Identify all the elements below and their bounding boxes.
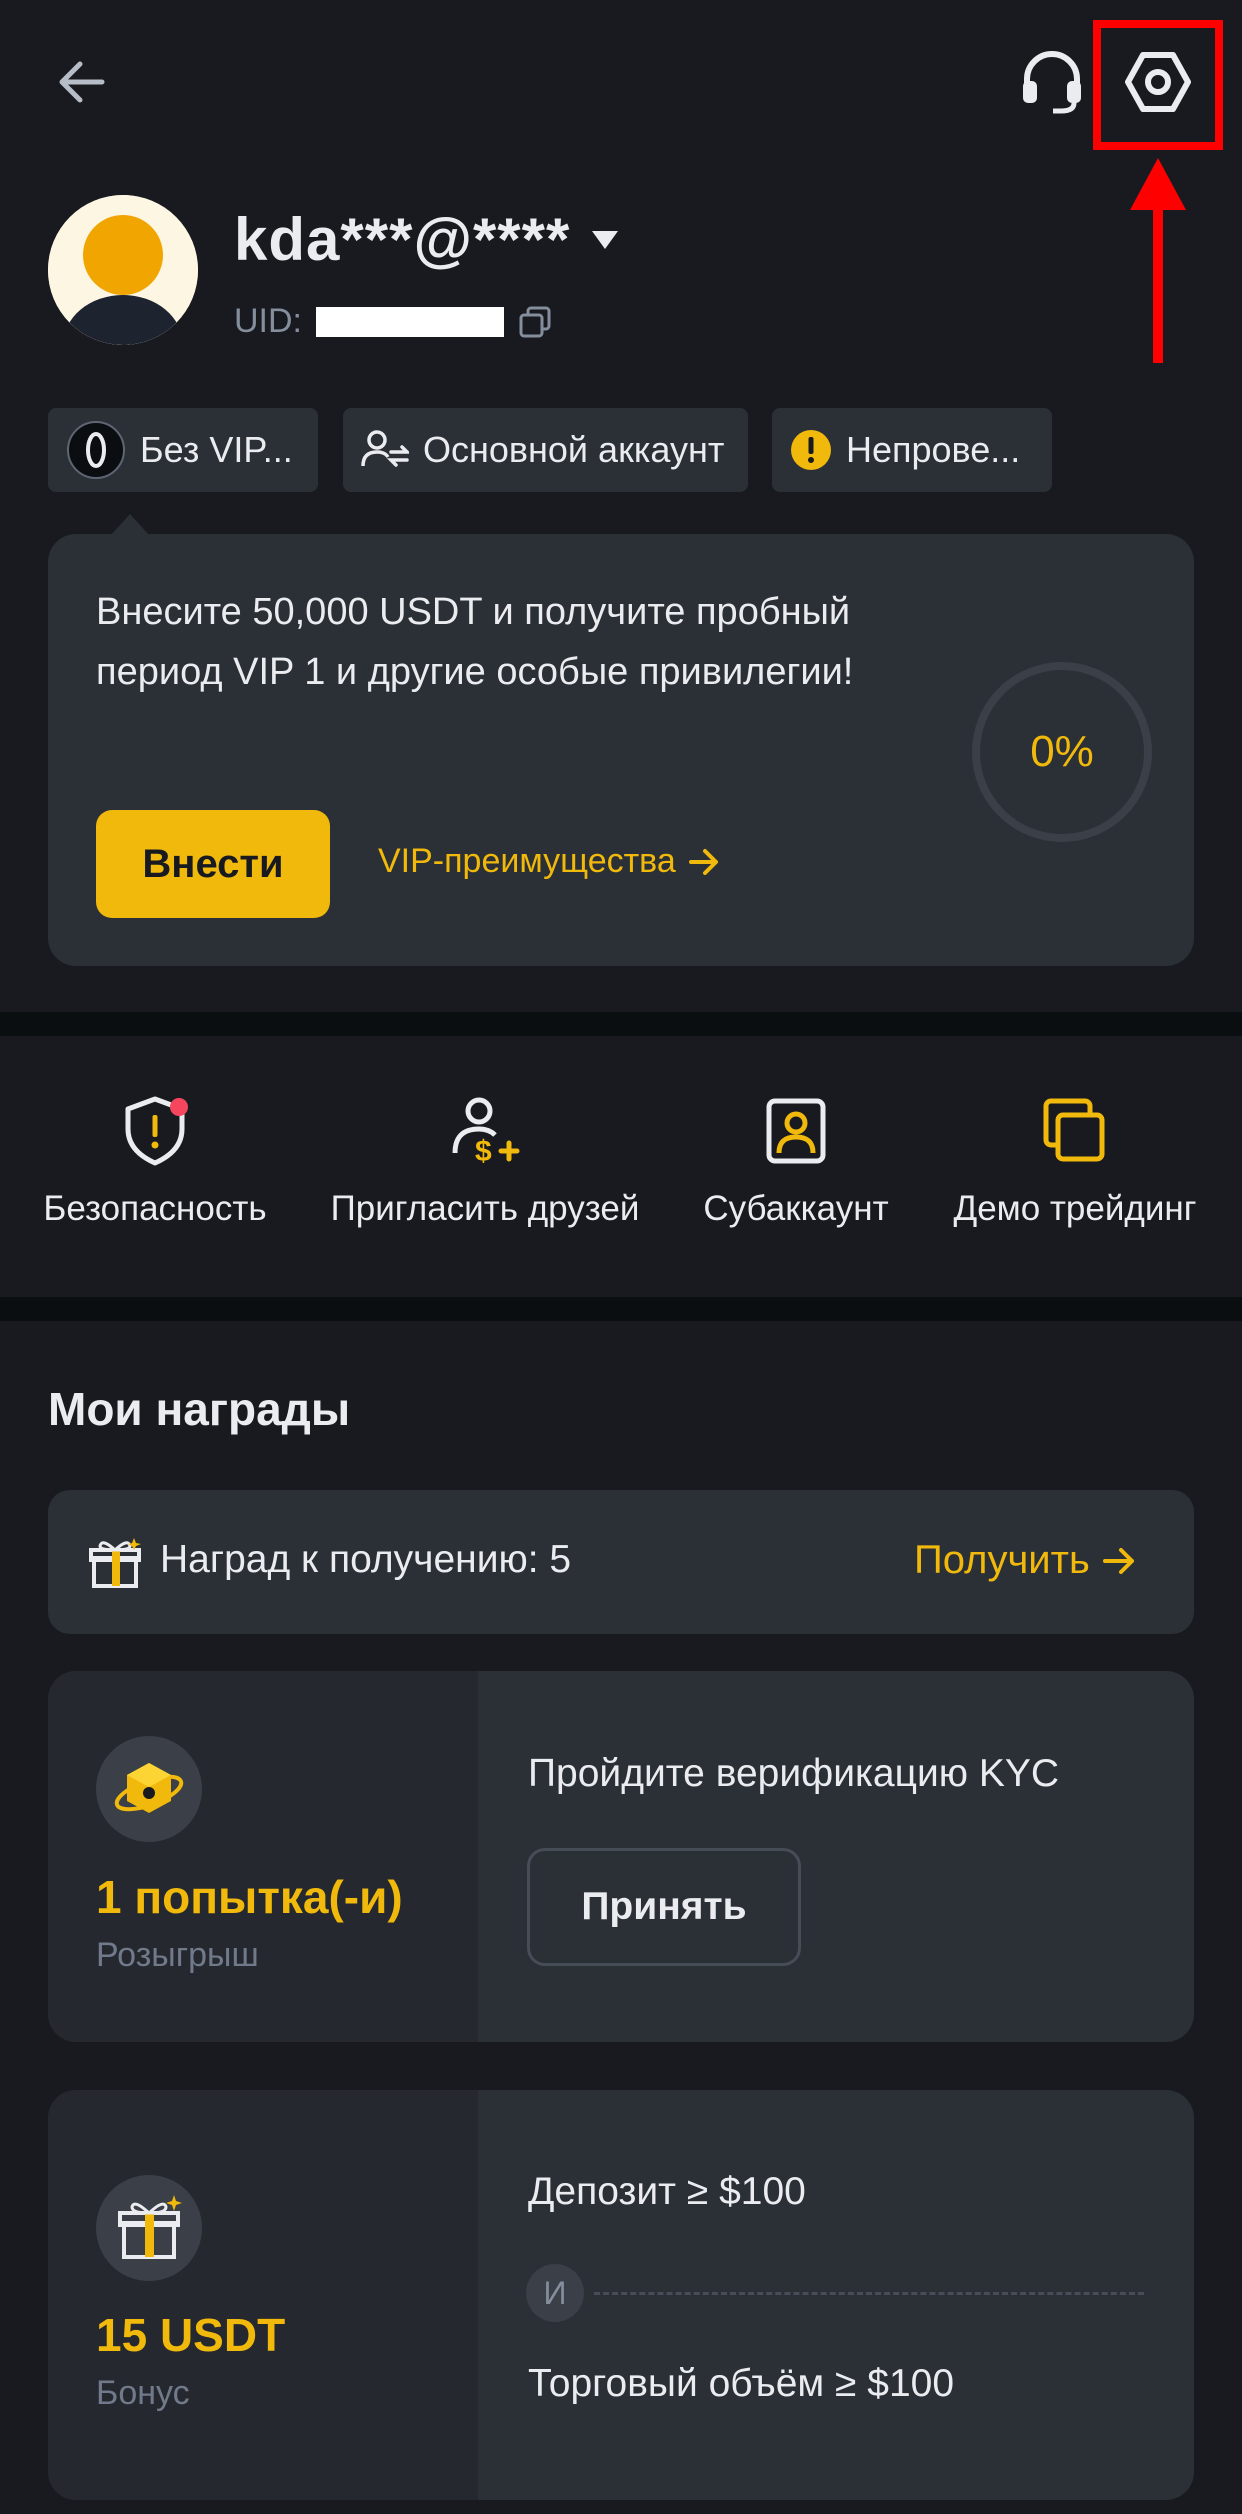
reward-lottery-task: Пройдите верификацию KYC <box>528 1752 1060 1795</box>
avatar[interactable] <box>48 195 198 345</box>
warning-circle-icon <box>791 430 831 470</box>
vip-badge-icon <box>67 421 125 479</box>
svg-text:$: $ <box>475 1135 492 1167</box>
lottery-ticket-icon <box>114 1763 184 1813</box>
chip-vip[interactable]: Без VIP... <box>48 408 318 492</box>
condition-connector: И <box>526 2264 584 2322</box>
quick-action-invite[interactable]: $ Пригласить друзей <box>320 1095 650 1229</box>
quick-action-subaccount[interactable]: Субаккаунт <box>680 1095 912 1229</box>
caret-down-icon <box>592 230 619 249</box>
back-arrow-icon <box>59 61 105 103</box>
highlight-arrow <box>1130 158 1186 363</box>
uid-value-masked <box>316 306 504 337</box>
arrow-right-icon <box>1102 1547 1134 1574</box>
lottery-icon-wrap <box>96 1736 202 1842</box>
invite-user-icon: $ <box>452 1097 520 1167</box>
headset-icon <box>1023 51 1081 114</box>
bonus-icon-wrap <box>96 2175 202 2281</box>
reward-condition-volume: Торговый объём ≥ $100 <box>528 2362 955 2405</box>
deposit-button[interactable]: Внести <box>96 810 330 918</box>
uid-row: UID: <box>234 302 552 341</box>
rewards-claim-action: Получить <box>914 1538 1090 1582</box>
chip-main-account-label: Основной аккаунт <box>423 429 725 470</box>
quick-action-subaccount-label: Субаккаунт <box>703 1189 889 1228</box>
shield-alert-icon <box>125 1096 188 1166</box>
section-divider <box>0 1012 1242 1036</box>
vip-benefits-label: VIP-преимущества <box>378 842 676 880</box>
username: kda***@**** <box>234 206 571 273</box>
quick-action-demo[interactable]: Демо трейдинг <box>935 1095 1215 1229</box>
demo-trading-icon <box>1043 1098 1105 1162</box>
quick-action-invite-label: Пригласить друзей <box>330 1189 640 1228</box>
reward-bonus-amount: 15 USDT <box>96 2309 286 2361</box>
chip-pointer <box>110 514 150 536</box>
quick-action-security-label: Безопасность <box>43 1189 267 1228</box>
support-button[interactable] <box>1010 40 1094 124</box>
quick-action-security[interactable]: Безопасность <box>20 1095 290 1229</box>
copy-icon[interactable] <box>518 305 552 339</box>
back-button[interactable] <box>40 40 124 124</box>
chip-verification[interactable]: Непрове... <box>772 408 1052 492</box>
uid-label: UID: <box>234 302 302 340</box>
rewards-title: Мои награды <box>48 1383 351 1435</box>
condition-dashed-line <box>594 2292 1144 2295</box>
subaccount-icon <box>766 1098 826 1164</box>
reward-bonus-subtitle: Бонус <box>96 2374 190 2412</box>
accept-button[interactable]: Принять <box>527 1848 801 1966</box>
gift-box-icon <box>118 2195 182 2259</box>
gift-icon <box>89 1538 141 1588</box>
section-divider-2 <box>0 1297 1242 1321</box>
highlight-box <box>1093 20 1223 150</box>
rewards-claim-label: Наград к получению: 5 <box>160 1538 572 1581</box>
arrow-right-icon <box>688 848 718 875</box>
rewards-claim-link[interactable]: Получить <box>914 1538 1136 1583</box>
quick-action-demo-label: Демо трейдинг <box>953 1189 1197 1228</box>
reward-lottery-amount: 1 попытка(-и) <box>96 1871 403 1923</box>
chip-main-account[interactable]: Основной аккаунт <box>343 408 748 492</box>
reward-card-left <box>48 2090 478 2500</box>
reward-condition-deposit: Депозит ≥ $100 <box>528 2170 806 2213</box>
account-switch-icon <box>361 430 409 467</box>
vip-progress-label: 0% <box>1030 727 1094 776</box>
reward-lottery-subtitle: Розыгрыш <box>96 1936 259 1974</box>
reward-card-left <box>48 1671 478 2042</box>
vip-promo-text: Внесите 50,000 USDT и получите пробный п… <box>96 591 854 693</box>
vip-progress-ring: 0% <box>970 660 1154 844</box>
reward-card-bonus <box>48 2090 1194 2500</box>
vip-benefits-link[interactable]: VIP-преимущества <box>378 842 720 881</box>
user-avatar-icon <box>48 195 198 345</box>
username-row[interactable]: kda***@**** <box>234 205 620 274</box>
chip-vip-label: Без VIP... <box>140 429 293 470</box>
chip-verification-label: Непрове... <box>846 429 1021 470</box>
